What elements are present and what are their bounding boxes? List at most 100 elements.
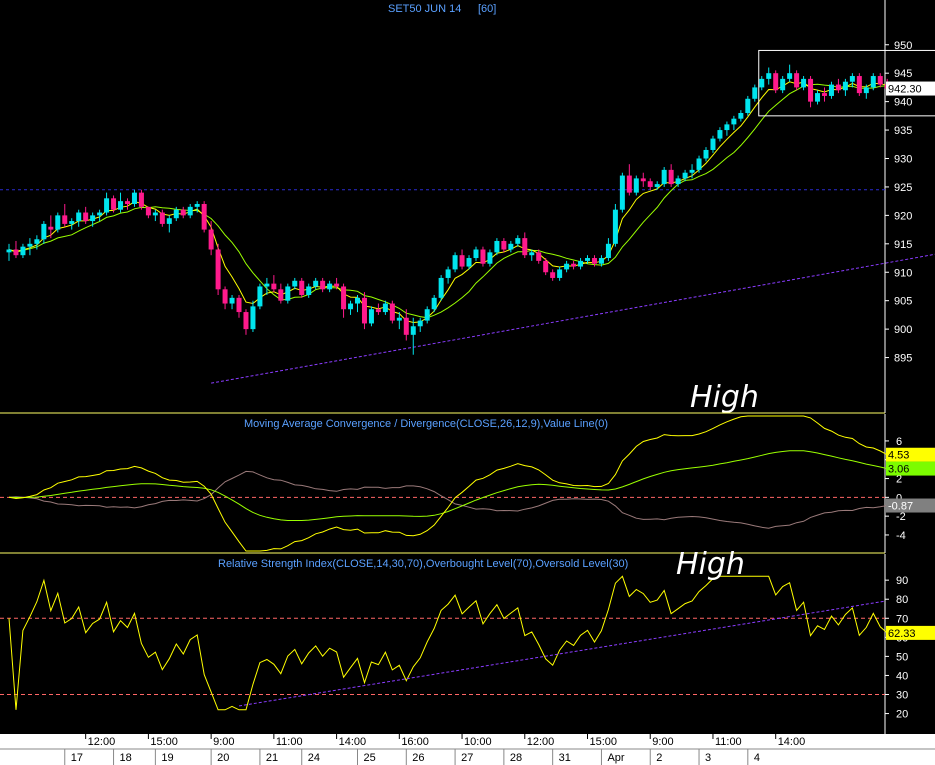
candle[interactable] — [375, 303, 381, 315]
candle[interactable] — [752, 84, 758, 102]
candle[interactable] — [6, 243, 12, 261]
price-panel[interactable]: 895900905910915920925930935940945950942.… — [0, 0, 935, 415]
candle[interactable] — [445, 266, 451, 284]
candle[interactable] — [745, 95, 751, 116]
candle[interactable] — [97, 209, 103, 222]
candle[interactable] — [229, 295, 235, 310]
candle[interactable] — [780, 76, 786, 94]
candle[interactable] — [522, 232, 528, 259]
candle[interactable] — [104, 192, 110, 216]
candle[interactable] — [62, 204, 68, 227]
candle[interactable] — [348, 300, 354, 315]
candle[interactable] — [856, 73, 862, 96]
candle[interactable] — [710, 135, 716, 153]
candle[interactable] — [605, 238, 611, 261]
candle[interactable] — [299, 277, 305, 298]
macd-panel[interactable]: -4-202464.533.06-0.87Moving Average Conv… — [0, 414, 935, 554]
candle[interactable] — [828, 81, 834, 99]
candle[interactable] — [13, 240, 19, 259]
candle[interactable] — [835, 78, 841, 94]
candle[interactable] — [633, 175, 639, 196]
candle[interactable] — [250, 300, 256, 332]
candle[interactable] — [410, 317, 416, 355]
candle[interactable] — [236, 295, 242, 318]
candle[interactable] — [794, 70, 800, 91]
candle[interactable] — [55, 212, 61, 233]
candle[interactable] — [69, 218, 75, 230]
candle[interactable] — [368, 306, 374, 327]
candle[interactable] — [508, 240, 514, 253]
candle[interactable] — [877, 73, 883, 88]
candle[interactable] — [501, 238, 507, 253]
candle[interactable] — [76, 209, 82, 227]
candle[interactable] — [271, 275, 277, 293]
candle[interactable] — [626, 164, 632, 196]
candle[interactable] — [696, 155, 702, 173]
candle[interactable] — [20, 243, 26, 259]
candle[interactable] — [124, 198, 130, 210]
candle[interactable] — [842, 78, 848, 96]
candle[interactable] — [424, 306, 430, 324]
candle[interactable] — [703, 147, 709, 162]
candle[interactable] — [361, 292, 367, 330]
candle[interactable] — [243, 309, 249, 335]
candle[interactable] — [222, 286, 228, 310]
candle[interactable] — [473, 246, 479, 261]
candle[interactable] — [801, 76, 807, 91]
candle[interactable] — [208, 221, 214, 256]
candle[interactable] — [731, 115, 737, 131]
candle[interactable] — [138, 189, 144, 210]
candle[interactable] — [118, 192, 124, 213]
candle[interactable] — [571, 260, 577, 270]
candle[interactable] — [187, 204, 193, 219]
candle[interactable] — [90, 212, 96, 227]
candle[interactable] — [515, 235, 521, 247]
candle[interactable] — [431, 295, 437, 313]
candle[interactable] — [145, 206, 151, 219]
candle[interactable] — [201, 201, 207, 233]
rsi-panel[interactable]: 203040506070809062.33Relative Strength I… — [0, 547, 935, 734]
candle[interactable] — [459, 249, 465, 270]
candle[interactable] — [306, 283, 312, 298]
candle[interactable] — [152, 209, 158, 222]
candle[interactable] — [612, 204, 618, 247]
candle[interactable] — [180, 206, 186, 219]
candle[interactable] — [487, 249, 493, 267]
candle[interactable] — [773, 70, 779, 94]
candle[interactable] — [724, 121, 730, 136]
candle[interactable] — [480, 246, 486, 267]
candle[interactable] — [849, 73, 855, 88]
candle[interactable] — [766, 67, 772, 85]
candle[interactable] — [564, 260, 570, 273]
candle[interactable] — [341, 283, 347, 318]
candle[interactable] — [717, 127, 723, 142]
candle[interactable] — [327, 280, 333, 293]
candle[interactable] — [668, 164, 674, 187]
candle[interactable] — [654, 181, 660, 190]
candle[interactable] — [661, 167, 667, 187]
candle[interactable] — [787, 64, 793, 82]
candle[interactable] — [438, 275, 444, 301]
candle[interactable] — [320, 277, 326, 293]
candle[interactable] — [292, 277, 298, 290]
candle[interactable] — [417, 317, 423, 332]
candle[interactable] — [550, 269, 556, 281]
candle[interactable] — [808, 76, 814, 108]
candle[interactable] — [285, 283, 291, 304]
candle[interactable] — [278, 283, 284, 304]
candle[interactable] — [815, 90, 821, 105]
candle[interactable] — [257, 283, 263, 310]
candle[interactable] — [215, 243, 221, 295]
candle[interactable] — [647, 178, 653, 190]
candle[interactable] — [821, 87, 827, 102]
candle[interactable] — [27, 238, 33, 256]
candle[interactable] — [640, 172, 646, 187]
candle[interactable] — [543, 258, 549, 276]
candle[interactable] — [48, 215, 54, 239]
candle[interactable] — [131, 189, 137, 207]
candle[interactable] — [759, 76, 765, 91]
candle[interactable] — [738, 110, 744, 122]
candle[interactable] — [557, 266, 563, 281]
candle[interactable] — [452, 252, 458, 273]
candle[interactable] — [578, 258, 584, 270]
